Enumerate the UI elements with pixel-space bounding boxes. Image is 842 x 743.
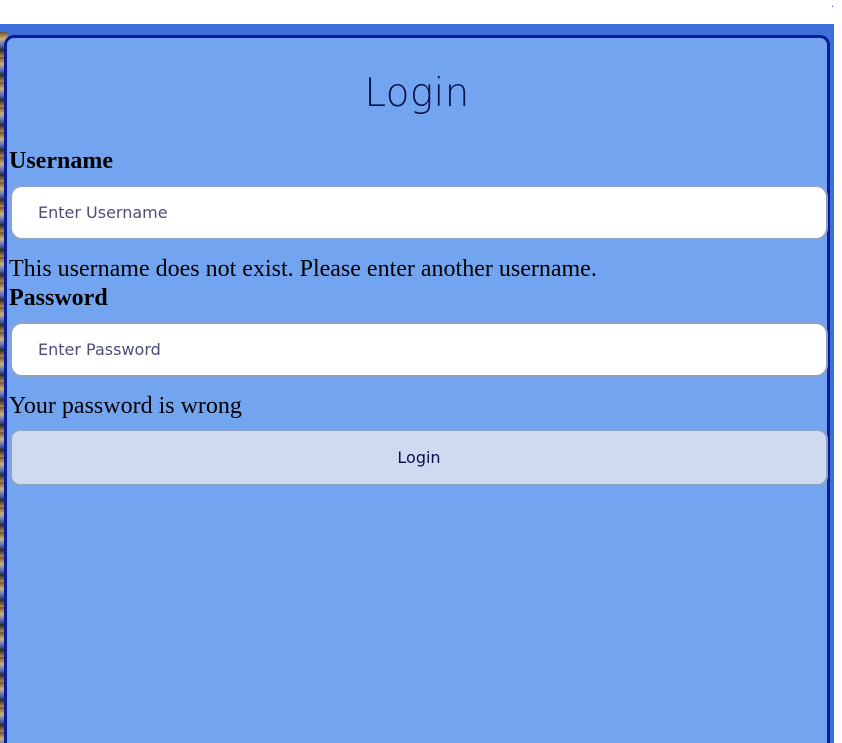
page-frame: Login Username Enter Username This usern… <box>0 24 834 743</box>
username-input[interactable]: Enter Username <box>10 185 828 240</box>
login-panel: Login Username Enter Username This usern… <box>4 35 830 743</box>
username-label: Username <box>9 148 113 174</box>
page-title: Login <box>364 71 470 116</box>
dot-icon: · <box>830 2 834 13</box>
password-error-message: Your password is wrong <box>9 393 242 419</box>
username-error-message: This username does not exist. Please ent… <box>9 256 597 282</box>
password-input[interactable]: Enter Password <box>10 322 828 377</box>
password-label: Password <box>9 285 108 311</box>
login-button[interactable]: Login <box>10 429 828 486</box>
top-white-strip: · <box>0 0 842 24</box>
